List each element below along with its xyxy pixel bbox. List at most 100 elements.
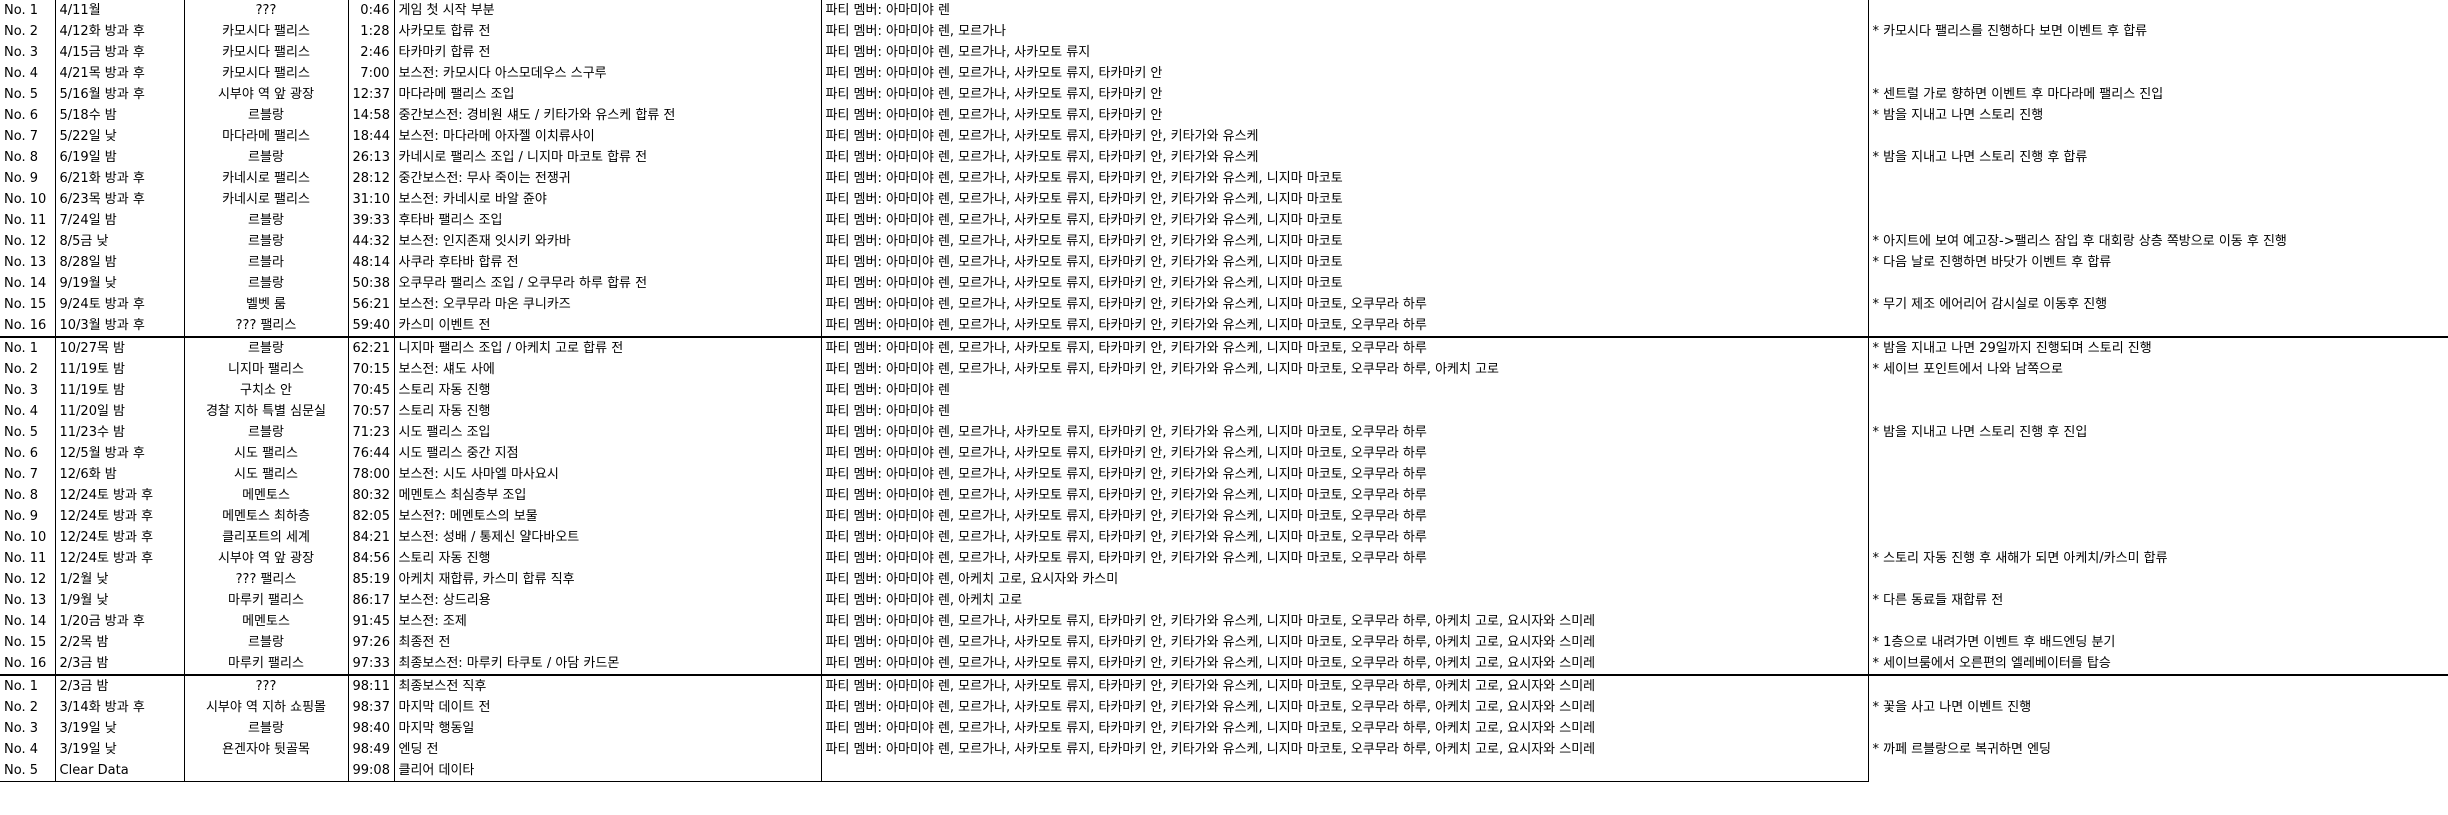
party-members-cell: 파티 멤버: 아마미야 렌, 모르가나, 사카모토 류지, 타카마키 안 <box>821 105 1869 126</box>
table-row: No. 13 8/28일 밤 르블라 48:14 사쿠라 후타바 합류 전 파티 멤버: … <box>0 252 2448 273</box>
event-description-cell: 중간보스전: 경비원 섀도 / 키타가와 유스케 합류 전 <box>393 105 822 126</box>
location-cell: 구치소 안 <box>184 380 349 401</box>
play-time-cell: 59:40 <box>348 315 394 338</box>
in-game-date-cell: 5/18수 밤 <box>55 105 185 126</box>
event-description-cell: 보스전: 상드리용 <box>393 590 822 611</box>
table-row: No. 16 10/3월 방과 후??? 팰리스 59:40 카스미 이벤트 전 파티 … <box>0 315 2448 338</box>
table-row: No. 5 Clear Data 99:08 클리어 데이타 <box>0 760 2448 782</box>
party-members-cell: 파티 멤버: 아마미야 렌, 모르가나, 사카모토 류지, 타카마키 안, 키타… <box>821 739 1869 760</box>
in-game-date-cell: 4/11월 <box>55 0 185 21</box>
in-game-date-cell: Clear Data <box>55 760 185 782</box>
in-game-date-cell: 4/21목 방과 후 <box>55 63 185 84</box>
in-game-date-cell: 5/22일 낮 <box>55 126 185 147</box>
note-cell <box>1868 0 2448 21</box>
note-cell <box>1868 506 2448 527</box>
save-slot-number: No. 7 <box>0 464 56 485</box>
in-game-date-cell: 9/24토 방과 후 <box>55 294 185 315</box>
in-game-date-cell: 2/3금 밤 <box>55 675 185 697</box>
table-row: No. 5 11/23수 밤 르블랑 71:23 시도 팰리스 조입 파티 멤버: 아마미… <box>0 422 2448 443</box>
in-game-date-cell: 1/2월 낮 <box>55 569 185 590</box>
table-row: No. 11 7/24일 밤 르블랑 39:33 후타바 팰리스 조입 파티 멤버: 아마… <box>0 210 2448 231</box>
play-time-cell: 97:33 <box>348 653 394 676</box>
note-cell <box>1868 42 2448 63</box>
location-cell: 르블랑 <box>184 273 349 294</box>
location-cell: 르블랑 <box>184 210 349 231</box>
note-cell <box>1868 63 2448 84</box>
save-slot-number: No. 15 <box>0 294 56 315</box>
save-slot-number: No. 2 <box>0 359 56 380</box>
in-game-date-cell: 5/16월 방과 후 <box>55 84 185 105</box>
note-cell <box>1868 401 2448 422</box>
location-cell: ??? 팰리스 <box>184 569 349 590</box>
table-row: No. 6 5/18수 밤 르블랑 14:58 중간보스전: 경비원 섀도 / 키타가와… <box>0 105 2448 126</box>
event-description-cell: 클리어 데이타 <box>393 760 822 782</box>
location-cell: 경찰 지하 특별 심문실 <box>184 401 349 422</box>
location-cell: 르블랑 <box>184 632 349 653</box>
table-row: No. 1 10/27목 밤 르블랑 62:21 니지마 팰리스 조입 / 아케치 고로… <box>0 337 2448 359</box>
play-time-cell: 26:13 <box>352 150 390 165</box>
table-row: No. 1 2/3금 밤??? 98:11 최종보스전 직후 파티 멤버: 아마미야 렌… <box>0 675 2448 697</box>
location-cell: 시부야 역 지하 쇼핑몰 <box>184 697 349 718</box>
location-cell: 벨벳 룸 <box>184 294 349 315</box>
in-game-date-cell: 1/20금 방과 후 <box>55 611 185 632</box>
location-cell: 르블랑 <box>184 422 349 443</box>
note-cell: * 세이브룸에서 오른편의 엘레베이터를 탑승 <box>1868 653 2448 676</box>
note-cell: * 세이브 포인트에서 나와 남쪽으로 <box>1872 362 2063 377</box>
party-members-cell: 파티 멤버: 아마미야 렌, 모르가나, 사카모토 류지, 타카마키 안, 키타… <box>821 147 1869 168</box>
party-members-cell: 파티 멤버: 아마미야 렌, 모르가나, 사카모토 류지, 타카마키 안, 키타… <box>821 337 1869 359</box>
save-slot-number: No. 14 <box>0 611 56 632</box>
save-slot-number: No. 3 <box>0 718 56 739</box>
party-members-cell: 파티 멤버: 아마미야 렌, 모르가나, 사카모토 류지, 타카마키 안, 키타… <box>821 485 1869 506</box>
event-description-cell: 카스미 이벤트 전 <box>393 315 822 338</box>
location-cell: 마루키 팰리스 <box>184 590 349 611</box>
location-cell: 르블랑 <box>184 105 349 126</box>
event-description-cell: 보스전: 마다라메 아자젤 이치류사이 <box>393 126 822 147</box>
save-slot-number: No. 16 <box>0 653 56 676</box>
play-time-cell: 76:44 <box>352 446 390 461</box>
table-row: No. 8 12/24토 방과 후 메멘토스 80:32 메멘토스 최심층부 조입 파티 … <box>0 485 2448 506</box>
note-cell: * 센트럴 가로 향하면 이벤트 후 마다라메 팰리스 진입 <box>1872 87 2164 102</box>
note-cell <box>1868 527 2448 548</box>
note-cell: * 밤을 지내고 나면 29일까지 진행되며 스토리 진행 <box>1872 341 2152 356</box>
save-slot-number: No. 8 <box>0 485 56 506</box>
play-time-cell: 56:21 <box>352 297 390 312</box>
party-members-cell: 파티 멤버: 아마미야 렌, 아케치 고로 <box>821 590 1869 611</box>
note-cell <box>1868 126 2448 147</box>
party-members-cell: 파티 멤버: 아마미야 렌, 모르가나, 사카모토 류지 <box>821 42 1869 63</box>
table-row: No. 2 4/12화 방과 후 카모시다 팰리스 1:28 사카모토 합류 전 파티 멤… <box>0 21 2448 42</box>
play-time-cell: 7:00 <box>360 66 390 81</box>
location-cell: 르블랑 <box>184 231 349 252</box>
location-cell: 마루키 팰리스 <box>184 653 349 676</box>
party-members-cell <box>821 760 1869 782</box>
location-cell: 메멘토스 최하층 <box>184 506 349 527</box>
save-slot-number: No. 5 <box>0 422 56 443</box>
play-time-cell: 62:21 <box>352 341 390 356</box>
party-members-cell: 파티 멤버: 아마미야 렌, 모르가나, 사카모토 류지, 타카마키 안, 키타… <box>821 506 1869 527</box>
save-slot-number: No. 5 <box>0 84 56 105</box>
play-time-cell: 97:26 <box>352 635 390 650</box>
event-description-cell: 메멘토스 최심층부 조입 <box>393 485 822 506</box>
save-slot-number: No. 9 <box>0 168 56 189</box>
note-cell: * 스토리 자동 진행 후 새해가 되면 아케치/카스미 합류 <box>1872 551 2168 566</box>
play-time-cell: 70:45 <box>352 383 390 398</box>
in-game-date-cell: 10/3월 방과 후 <box>55 315 185 338</box>
note-cell <box>1868 315 2448 338</box>
event-description-cell: 스토리 자동 진행 <box>393 380 822 401</box>
play-time-cell: 48:14 <box>352 255 390 270</box>
location-cell: 카모시다 팰리스 <box>184 63 349 84</box>
in-game-date-cell: 3/19일 낮 <box>55 739 185 760</box>
save-slot-number: No. 13 <box>0 252 56 273</box>
table-row: No. 10 12/24토 방과 후 클리포트의 세계 84:21 보스전: 성배 / … <box>0 527 2448 548</box>
event-description-cell: 사카모토 합류 전 <box>393 21 822 42</box>
in-game-date-cell: 11/19토 밤 <box>55 380 185 401</box>
note-cell: * 밤을 지내고 나면 스토리 진행 후 진입 <box>1872 425 2088 440</box>
save-slot-number: No. 6 <box>0 443 56 464</box>
location-cell: ??? 팰리스 <box>184 315 349 338</box>
save-slot-number: No. 2 <box>0 21 56 42</box>
table-row: No. 14 9/19월 낮 르블랑 50:38 오쿠무라 팰리스 조입 / 오쿠무라 … <box>0 273 2448 294</box>
save-slot-number: No. 11 <box>0 548 56 569</box>
play-time-cell: 98:49 <box>352 742 390 757</box>
party-members-cell: 파티 멤버: 아마미야 렌, 모르가나, 사카모토 류지, 타카마키 안, 키타… <box>821 548 1869 569</box>
play-time-cell: 71:23 <box>352 425 390 440</box>
in-game-date-cell: 12/24토 방과 후 <box>55 548 185 569</box>
